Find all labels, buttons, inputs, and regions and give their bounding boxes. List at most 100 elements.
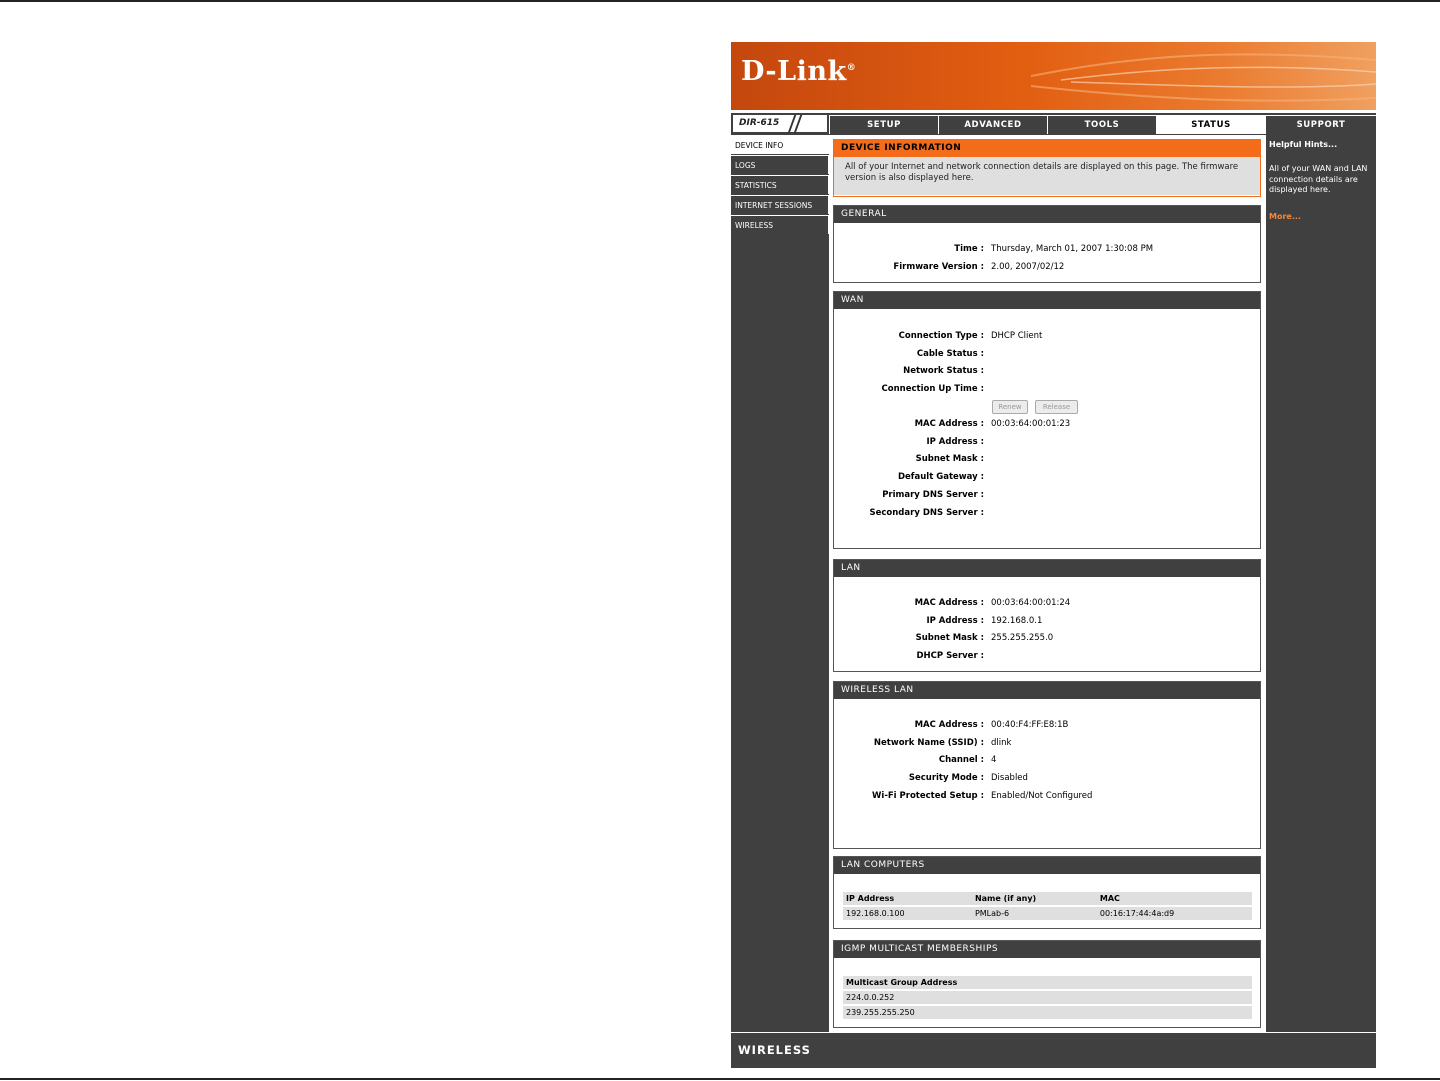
release-button[interactable]: Release (1035, 400, 1078, 414)
sidebar-item-device-info[interactable]: DEVICE INFO (731, 135, 829, 154)
info-value (991, 349, 1251, 365)
column-header: Multicast Group Address (843, 976, 1252, 989)
side-nav: DEVICE INFO LOGS STATISTICS INTERNET SESSIO… (731, 135, 829, 235)
dlink-logo: D-Link® (741, 56, 857, 87)
table-row: 192.168.0.100 PMLab-6 00:16:17:44:4a:d9 (843, 907, 1252, 920)
wireless-lan-section: WIRELESS LAN MAC Address : 00:40:F4:FF:E8… (833, 681, 1261, 849)
table-cell: PMLab-6 (971, 907, 1097, 920)
table-cell: 224.0.0.252 (843, 991, 1252, 1004)
field-value: 00:03:64:00:01:24 (991, 598, 1071, 608)
router-ui-frame: D-Link® DIR-615 SETUP ADVANCED TOOLS STATUS… (731, 42, 1376, 1068)
info-row: Subnet Mask : (834, 454, 984, 470)
field-label: Subnet Mask : (915, 454, 984, 465)
tab-setup[interactable]: SETUP (829, 115, 938, 134)
field-label: MAC Address : (914, 720, 984, 730)
field-label: Wi-Fi Protected Setup : (872, 790, 984, 801)
igmp-title: IGMP MULTICAST MEMBERSHIPS (834, 941, 1260, 958)
tab-tools[interactable]: TOOLS (1047, 115, 1156, 134)
info-value (991, 454, 1251, 470)
info-value: Disabled (991, 773, 1251, 789)
tab-status[interactable]: STATUS (1156, 115, 1265, 134)
model-label: DIR-615 (739, 118, 780, 128)
sidebar-item-wireless[interactable]: WIRELESS (731, 215, 829, 234)
info-row: Cable Status : (834, 349, 984, 365)
field-label: IP Address : (926, 436, 984, 447)
field-label: MAC Address : (914, 419, 984, 429)
info-row: Time : (834, 244, 984, 260)
field-value: Enabled/Not Configured (991, 790, 1093, 801)
field-label: Time : (954, 244, 984, 254)
table-header-row: IP Address Name (if any) MAC (843, 892, 1252, 905)
footer-bar: WIRELESS (731, 1032, 1376, 1068)
wlan-title: WIRELESS LAN (834, 682, 1260, 699)
column-header: MAC (1096, 892, 1252, 905)
info-row: MAC Address : (834, 720, 984, 736)
info-value: 00:03:64:00:01:24 (991, 598, 1251, 614)
field-label: Primary DNS Server : (882, 489, 984, 500)
field-label: Network Status : (903, 366, 984, 376)
table-row: 239.255.255.250 (843, 1006, 1252, 1019)
model-badge: DIR-615 (733, 115, 827, 133)
field-value: 00:03:64:00:01:23 (991, 419, 1071, 429)
info-value: 255.255.255.0 (991, 633, 1251, 649)
field-label: Network Name (SSID) : (873, 737, 984, 748)
info-value (991, 384, 1251, 400)
field-label: Subnet Mask : (915, 633, 984, 644)
footer-label: WIRELESS (738, 1043, 811, 1057)
info-row: DHCP Server : (834, 651, 984, 667)
intro-text: All of your Internet and network connect… (834, 157, 1260, 195)
igmp-table: Multicast Group Address 224.0.0.252 239.25… (843, 974, 1252, 1021)
field-label: Connection Up Time : (881, 383, 984, 394)
info-row: Channel : (834, 755, 984, 771)
header-banner: D-Link® (731, 42, 1376, 110)
field-label: DHCP Server : (916, 651, 984, 662)
info-value (991, 366, 1251, 382)
info-row: Connection Type : (834, 331, 984, 347)
sidebar-item-internet-sessions[interactable]: INTERNET SESSIONS (731, 195, 829, 214)
info-value (991, 508, 1251, 524)
info-value: Thursday, March 01, 2007 1:30:08 PM (991, 244, 1251, 260)
field-label: MAC Address : (914, 598, 984, 608)
lan-computers-table: IP Address Name (if any) MAC 192.168.0.100 P… (843, 890, 1252, 922)
info-value (991, 437, 1251, 453)
column-header: Name (if any) (971, 892, 1097, 905)
main-content: DEVICE INFORMATION All of your Internet … (829, 135, 1266, 1032)
field-label: Security Mode : (908, 773, 984, 784)
info-row: Secondary DNS Server : (834, 508, 984, 524)
renew-button[interactable]: Renew (992, 400, 1028, 414)
field-label: Cable Status : (916, 348, 984, 359)
field-value: Thursday, March 01, 2007 1:30:08 PM (991, 244, 1154, 254)
igmp-section: IGMP MULTICAST MEMBERSHIPS Multicast Gro… (833, 940, 1261, 1028)
info-value: 192.168.0.1 (991, 616, 1251, 632)
sidebar-item-logs[interactable]: LOGS (731, 155, 829, 174)
wan-section: WAN Connection Type : DHCP Client Cable St… (833, 291, 1261, 549)
hints-text: All of your WAN and LAN connection detai… (1269, 164, 1368, 194)
lan-title: LAN (834, 560, 1260, 577)
table-header-row: Multicast Group Address (843, 976, 1252, 989)
helpful-hints-panel: Helpful Hints... All of your WAN and LAN… (1266, 135, 1376, 1032)
info-row: Primary DNS Server : (834, 490, 984, 506)
wan-title: WAN (834, 292, 1260, 309)
hints-more-link[interactable]: More... (1269, 212, 1301, 221)
field-label: Secondary DNS Server : (869, 507, 984, 518)
tab-support[interactable]: SUPPORT (1265, 115, 1376, 134)
field-value: Disabled (991, 773, 1028, 784)
general-title: GENERAL (834, 206, 1260, 223)
field-value: 255.255.255.0 (991, 633, 1054, 644)
info-row: Connection Up Time : (834, 384, 984, 400)
top-nav: DIR-615 SETUP ADVANCED TOOLS STATUS SUPPORT (731, 113, 1376, 134)
info-row: Subnet Mask : (834, 633, 984, 649)
info-value: 00:40:F4:FF:E8:1B (991, 720, 1251, 736)
field-label: IP Address : (926, 615, 984, 626)
tab-advanced[interactable]: ADVANCED (938, 115, 1047, 134)
table-cell: 239.255.255.250 (843, 1006, 1252, 1019)
info-row: Wi-Fi Protected Setup : (834, 791, 984, 807)
table-cell: 192.168.0.100 (843, 907, 972, 920)
bottom-page-rule (0, 1078, 1440, 1080)
field-value: dlink (991, 737, 1012, 748)
sidebar-item-statistics[interactable]: STATISTICS (731, 175, 829, 194)
info-row: Network Status : (834, 366, 984, 382)
field-value: 00:40:F4:FF:E8:1B (991, 720, 1069, 730)
field-value: DHCP Client (991, 331, 1043, 341)
field-label: Firmware Version : (893, 262, 984, 272)
